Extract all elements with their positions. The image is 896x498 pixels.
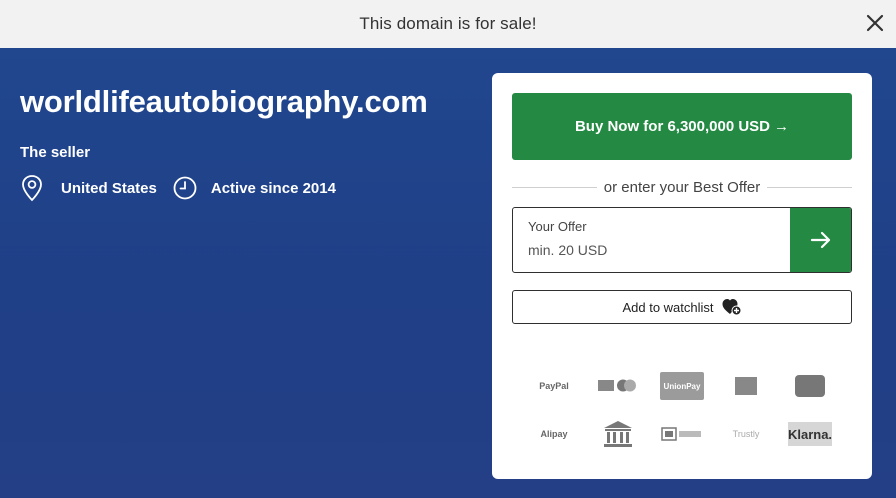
- watchlist-label: Add to watchlist: [622, 299, 714, 315]
- seller-location: United States: [20, 174, 173, 202]
- heart-plus-icon: [722, 298, 742, 316]
- clock-icon: [173, 176, 197, 200]
- sale-banner-message: This domain is for sale!: [359, 14, 537, 33]
- seller-active-label: Active since 2014: [210, 179, 336, 197]
- hero-section: worldlifeautobiography.com The seller Un…: [0, 48, 896, 498]
- location-pin-icon: [22, 175, 42, 202]
- cb-icon: [788, 372, 832, 400]
- klarna-icon: Klarna.: [788, 422, 832, 446]
- wechat-pay-icon: [660, 420, 704, 448]
- visa-mastercard-icon: [596, 372, 640, 400]
- sale-banner: This domain is for sale!: [0, 0, 896, 48]
- offer-divider: or enter your Best Offer: [512, 177, 852, 197]
- seller-meta: United States Active since 2014: [20, 174, 336, 202]
- offer-divider-text: or enter your Best Offer: [603, 178, 761, 196]
- divider-line-right: [767, 186, 852, 188]
- seller-active: Active since 2014: [173, 176, 336, 200]
- payment-methods: PayPal UnionPay Alipay Trustly Klarna.: [532, 369, 832, 465]
- offer-label: Your Offer: [528, 219, 587, 234]
- bank-transfer-icon: [596, 420, 640, 448]
- amex-icon: [724, 372, 768, 400]
- divider-line-left: [512, 186, 597, 188]
- add-to-watchlist-button[interactable]: Add to watchlist: [512, 290, 852, 324]
- submit-offer-button[interactable]: [790, 208, 851, 272]
- unionpay-icon: UnionPay: [660, 372, 704, 400]
- offer-field: Your Offer: [513, 208, 790, 272]
- seller-heading: The seller: [20, 144, 91, 161]
- buy-now-arrow-icon: →: [774, 118, 790, 135]
- buy-now-label: Buy Now for 6,300,000 USD: [574, 118, 771, 135]
- offer-input[interactable]: [528, 242, 768, 258]
- seller-location-label: United States: [61, 179, 157, 197]
- payment-row-2: Alipay Trustly Klarna.: [532, 417, 832, 451]
- purchase-card: Buy Now for 6,300,000 USD → or enter you…: [492, 73, 872, 479]
- paypal-icon: PayPal: [539, 381, 569, 391]
- payment-row-1: PayPal UnionPay: [532, 369, 832, 403]
- close-icon[interactable]: [864, 12, 886, 34]
- trustly-icon: Trustly: [732, 429, 760, 439]
- domain-title: worldlifeautobiography.com: [20, 84, 428, 119]
- alipay-icon: Alipay: [540, 429, 568, 439]
- arrow-right-icon: [810, 231, 830, 249]
- offer-form: Your Offer: [512, 207, 852, 273]
- buy-now-button[interactable]: Buy Now for 6,300,000 USD →: [512, 93, 852, 160]
